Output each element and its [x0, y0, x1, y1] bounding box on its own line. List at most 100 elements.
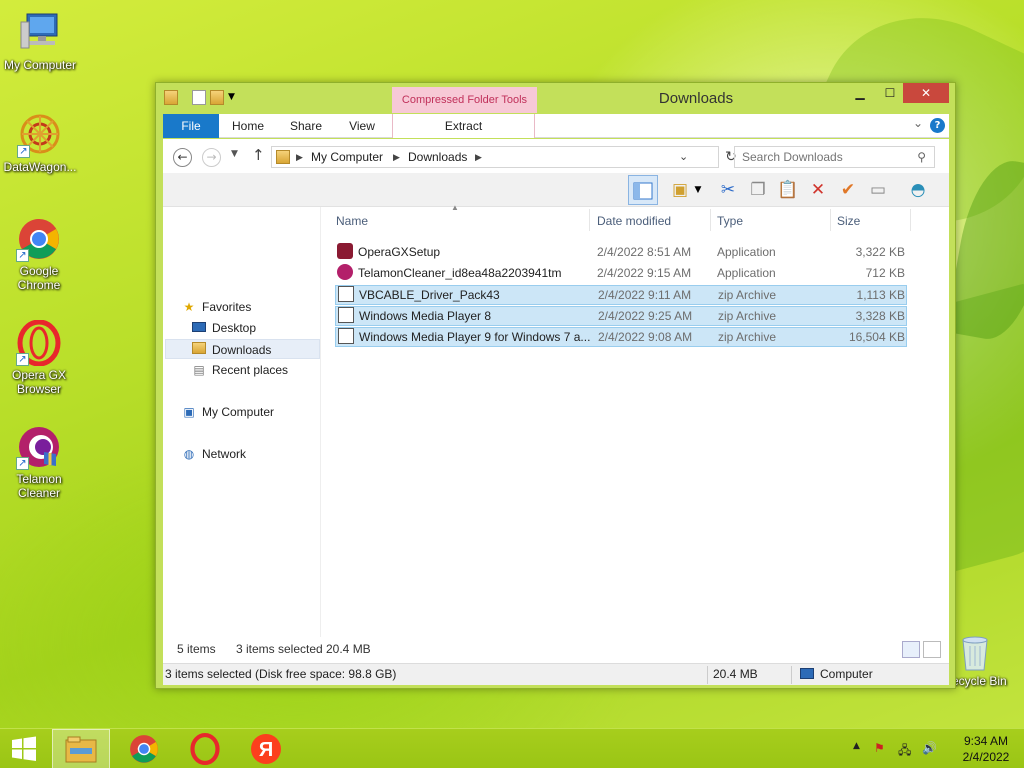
opera-app-icon — [337, 243, 353, 259]
folder-icon — [276, 150, 290, 164]
rename-icon[interactable]: ▭ — [866, 178, 890, 202]
address-bar[interactable]: ▶ My Computer ▶ Downloads ▶ ⌄ — [271, 146, 719, 168]
file-type: Application — [717, 245, 776, 259]
column-header-name[interactable]: Name — [336, 211, 368, 231]
shortcut-arrow-icon: ↗ — [16, 353, 29, 366]
qat-dropdown-icon[interactable]: ▼ — [228, 90, 238, 105]
tab-home[interactable]: Home — [223, 114, 273, 138]
nav-item-recent-places[interactable]: ▤ Recent places — [191, 360, 288, 380]
status-bar: 3 items selected (Disk free space: 98.8 … — [163, 663, 949, 685]
copy-icon[interactable]: ❐ — [746, 178, 770, 202]
up-button[interactable]: ↑ — [252, 146, 265, 164]
shell-icon[interactable]: ◓ — [906, 178, 930, 202]
network-icon: ◍ — [183, 447, 195, 461]
recent-places-icon: ▤ — [193, 363, 205, 377]
recent-locations-icon[interactable]: ▼ — [231, 149, 238, 159]
opera-gx-icon: ↗ — [16, 319, 62, 367]
forward-button[interactable]: → — [202, 148, 221, 167]
file-size: 712 KB — [865, 266, 905, 280]
file-list: ▲ Name Date modified Type Size OperaGXSe… — [333, 203, 949, 665]
help-button[interactable]: ? — [930, 118, 945, 133]
tab-view[interactable]: View — [337, 114, 387, 138]
desktop-icon-opera-gx[interactable]: ↗ Opera GX Browser — [0, 319, 78, 396]
preview-pane-icon[interactable] — [628, 175, 658, 205]
tray-overflow-icon[interactable]: ▲ — [853, 741, 860, 751]
desktop-icon-datawagon[interactable]: ↗ DataWagon... — [0, 112, 80, 174]
maximize-button[interactable]: ☐ — [876, 83, 904, 103]
chrome-icon: ↗ — [16, 216, 62, 262]
toolbar-dropdown-icon[interactable]: ▼ — [692, 178, 704, 202]
check-icon[interactable]: ✔ — [836, 178, 860, 202]
desktop-icon-my-computer[interactable]: My Computer — [0, 10, 80, 72]
taskbar-chrome[interactable] — [115, 729, 173, 768]
tab-file[interactable]: File — [163, 114, 219, 138]
details-view-button[interactable] — [902, 641, 920, 658]
item-status: 5 items 3 items selected 20.4 MB — [163, 637, 949, 663]
svg-text:Я: Я — [259, 739, 273, 761]
column-header-date[interactable]: Date modified — [597, 211, 671, 231]
file-type: Application — [717, 266, 776, 280]
star-icon: ★ — [183, 300, 195, 314]
telamon-app-icon — [337, 264, 353, 280]
folder-down-icon[interactable] — [164, 90, 178, 105]
file-name-cell: TelamonCleaner_id8ea48a2203941tm — [337, 264, 591, 283]
desktop-icon-label: My Computer — [3, 58, 77, 72]
properties-icon[interactable] — [192, 90, 206, 105]
nav-item-favorites[interactable]: ★ Favorites — [181, 297, 252, 317]
file-row[interactable]: TelamonCleaner_id8ea48a2203941tm 2/4/202… — [335, 264, 907, 284]
search-box[interactable]: ⚲ — [734, 146, 935, 168]
large-icons-view-button[interactable] — [923, 641, 941, 658]
column-header-size[interactable]: Size — [837, 211, 860, 231]
file-row[interactable]: Windows Media Player 8 2/4/2022 9:25 AM … — [335, 306, 907, 326]
nav-item-network[interactable]: ◍ Network — [181, 444, 246, 464]
column-header-type[interactable]: Type — [717, 211, 743, 231]
minimize-button[interactable]: ▁ — [846, 83, 874, 103]
nav-item-downloads[interactable]: Downloads — [165, 339, 320, 359]
file-type: zip Archive — [718, 330, 777, 344]
tab-share[interactable]: Share — [281, 114, 331, 138]
desktop-icon-telamon-cleaner[interactable]: ↗ Telamon Cleaner — [0, 424, 78, 500]
taskbar-yandex[interactable]: Я — [237, 729, 295, 768]
file-row[interactable]: VBCABLE_Driver_Pack43 2/4/2022 9:11 AM z… — [335, 285, 907, 305]
search-input[interactable] — [742, 150, 912, 164]
tab-extract[interactable]: Extract — [392, 114, 535, 138]
status-separator — [707, 666, 708, 684]
file-date: 2/4/2022 8:51 AM — [597, 245, 692, 259]
delete-icon[interactable]: ✕ — [806, 178, 830, 202]
breadcrumb-my-computer[interactable]: My Computer — [311, 147, 383, 167]
chevron-right-icon[interactable]: ▶ — [475, 147, 482, 167]
cut-icon[interactable]: ✂ — [716, 178, 740, 202]
file-row[interactable]: Windows Media Player 9 for Windows 7 a..… — [335, 327, 907, 347]
select-folder-icon[interactable]: ▣ — [668, 178, 692, 202]
title-bar[interactable]: ▼ Compressed Folder Tools Downloads ▁ ☐ … — [156, 83, 955, 113]
search-icon[interactable]: ⚲ — [917, 147, 926, 167]
sort-arrow-icon: ▲ — [451, 203, 459, 212]
back-button[interactable]: ← — [173, 148, 192, 167]
chevron-right-icon[interactable]: ▶ — [393, 147, 400, 167]
file-name-cell: Windows Media Player 8 — [338, 307, 592, 326]
file-name: VBCABLE_Driver_Pack43 — [359, 288, 500, 302]
taskbar-opera[interactable] — [176, 729, 234, 768]
command-toolbar: ▣ ▼ ✂ ❐ 📋 ✕ ✔ ▭ ◓ — [163, 173, 949, 207]
breadcrumb-downloads[interactable]: Downloads — [408, 147, 467, 167]
new-folder-icon[interactable] — [210, 90, 224, 105]
selected-size: 20.4 MB — [326, 642, 371, 656]
nav-item-desktop[interactable]: Desktop — [191, 318, 256, 338]
volume-icon[interactable]: 🔊 — [922, 741, 937, 755]
action-center-icon[interactable]: ⚑ — [874, 741, 885, 755]
start-button[interactable] — [0, 729, 48, 768]
chevron-down-icon[interactable]: ⌄ — [913, 116, 923, 130]
shortcut-arrow-icon: ↗ — [16, 457, 29, 470]
desktop-icon-google-chrome[interactable]: ↗ Google Chrome — [0, 216, 78, 292]
address-dropdown-icon[interactable]: ⌄ — [679, 147, 688, 167]
taskbar-file-explorer[interactable] — [52, 729, 110, 768]
network-tray-icon[interactable]: 🖧 — [898, 741, 911, 762]
clock-time: 9:34 AM — [963, 734, 1009, 748]
file-row[interactable]: OperaGXSetup 2/4/2022 8:51 AM Applicatio… — [335, 243, 907, 263]
computer-small-icon — [800, 668, 814, 679]
nav-item-my-computer[interactable]: ▣ My Computer — [181, 402, 274, 422]
close-button[interactable]: ✕ — [903, 83, 949, 103]
chevron-right-icon[interactable]: ▶ — [296, 147, 303, 167]
clock[interactable]: 9:34 AM 2/4/2022 — [956, 733, 1016, 765]
paste-icon[interactable]: 📋 — [776, 178, 800, 202]
